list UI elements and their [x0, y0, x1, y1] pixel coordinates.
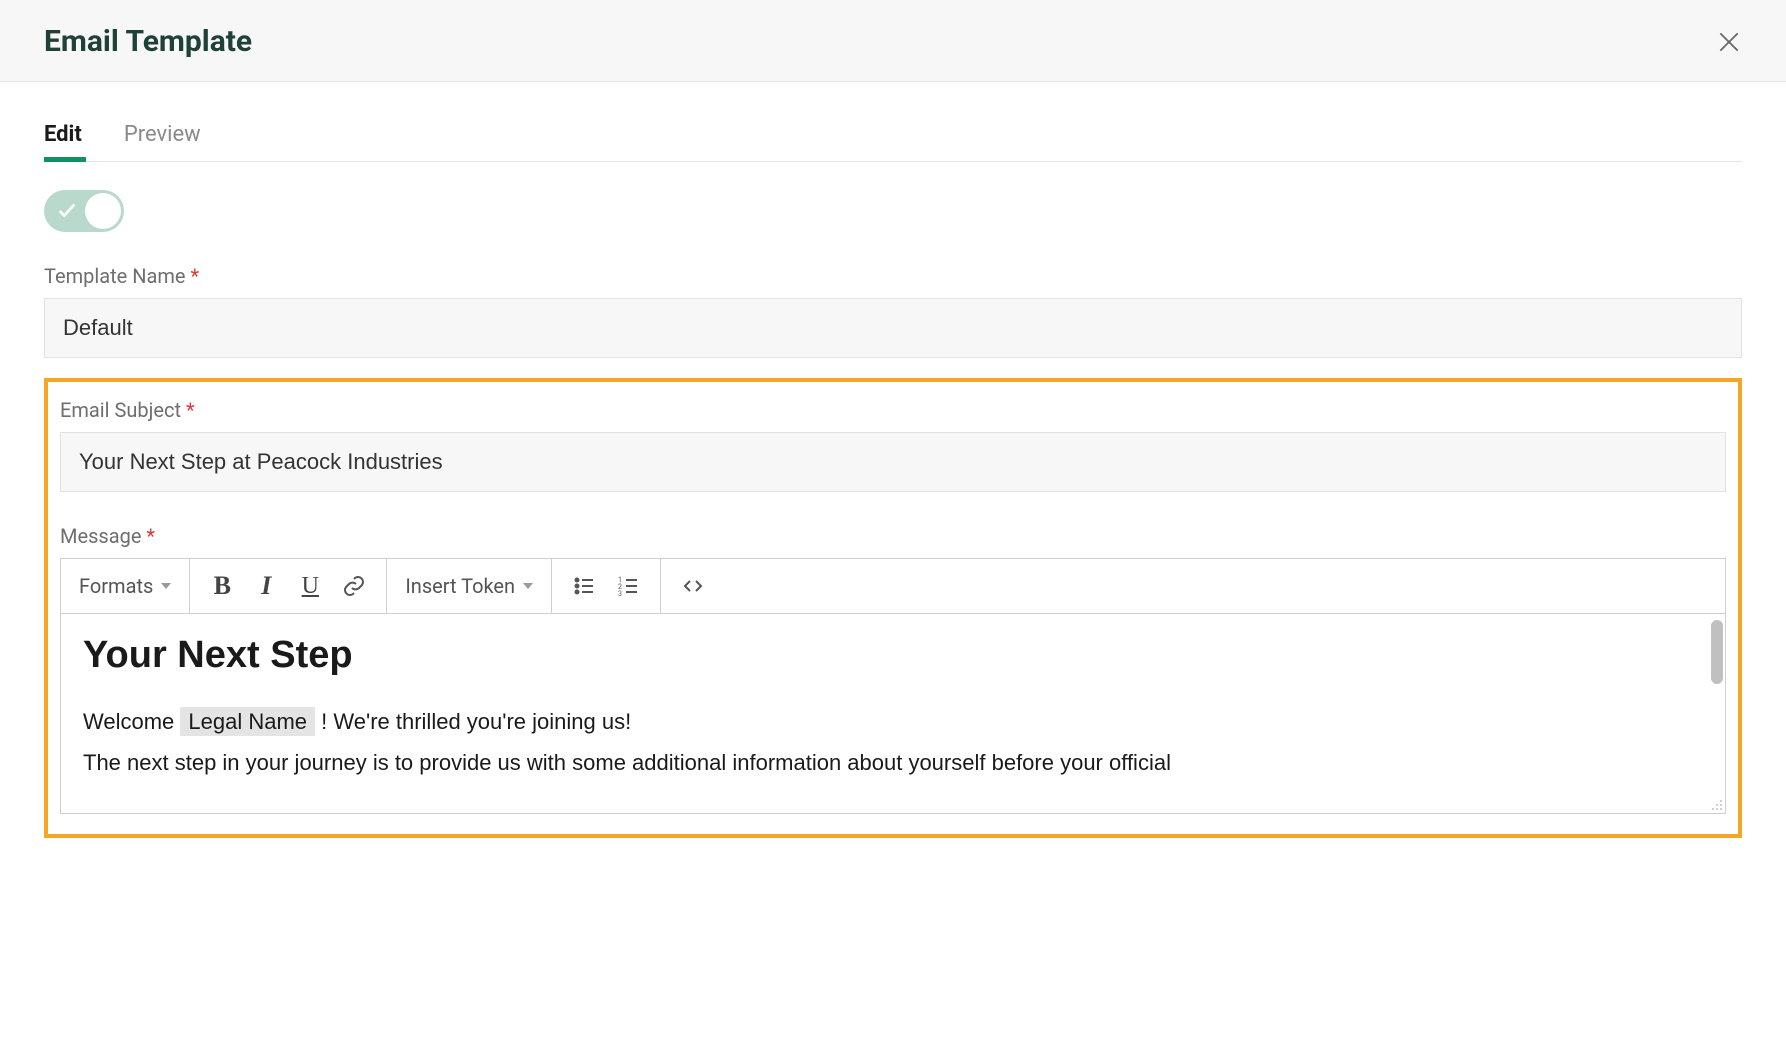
bold-icon: B [214, 571, 231, 601]
formats-dropdown[interactable]: Formats [71, 574, 179, 598]
required-asterisk: * [186, 398, 195, 422]
numbered-list-button[interactable]: 1 2 3 [606, 564, 650, 608]
insert-token-dropdown[interactable]: Insert Token [397, 574, 541, 598]
message-label: Message * [60, 524, 1726, 548]
email-subject-input[interactable] [60, 432, 1726, 492]
toolbar-group-code [661, 559, 725, 613]
editor-content[interactable]: Your Next Step Welcome Legal Name ! We'r… [61, 614, 1725, 813]
template-name-label: Template Name * [44, 264, 1742, 288]
toolbar-group-text: B I U [190, 559, 387, 613]
close-button[interactable] [1716, 29, 1742, 55]
required-asterisk: * [190, 264, 199, 288]
message-editor[interactable]: Your Next Step Welcome Legal Name ! We'r… [60, 614, 1726, 814]
toolbar-group-token: Insert Token [387, 559, 552, 613]
numbered-list-icon: 1 2 3 [616, 574, 640, 598]
underline-icon: U [302, 573, 319, 600]
active-toggle[interactable] [44, 190, 124, 232]
formats-label: Formats [79, 574, 153, 598]
editor-line-1: Welcome Legal Name ! We're thrilled you'… [83, 705, 1703, 738]
resize-handle[interactable] [1707, 795, 1723, 811]
editor-scrollbar[interactable] [1711, 620, 1723, 684]
editor-toolbar: Formats B I U Insert Token [60, 558, 1726, 614]
email-subject-label-text: Email Subject [60, 398, 181, 422]
highlighted-section: Email Subject * Message * Formats B I U [44, 378, 1742, 838]
editor-heading: Your Next Step [83, 634, 1703, 677]
bullet-list-button[interactable] [562, 564, 606, 608]
required-asterisk: * [146, 524, 155, 548]
dialog-header: Email Template [0, 0, 1786, 82]
bold-button[interactable]: B [200, 564, 244, 608]
italic-button[interactable]: I [244, 564, 288, 608]
template-name-label-text: Template Name [44, 264, 185, 288]
message-label-text: Message [60, 524, 141, 548]
editor-line1-prefix: Welcome [83, 709, 180, 734]
toolbar-group-formats: Formats [61, 559, 190, 613]
check-icon [56, 199, 78, 221]
code-view-button[interactable] [671, 564, 715, 608]
editor-line1-suffix: ! We're thrilled you're joining us! [321, 709, 631, 734]
insert-token-label: Insert Token [405, 574, 515, 598]
chevron-down-icon [161, 583, 171, 589]
tab-preview[interactable]: Preview [124, 122, 201, 161]
token-legal-name[interactable]: Legal Name [180, 707, 315, 736]
link-icon [342, 574, 366, 598]
bullet-list-icon [572, 574, 596, 598]
code-icon [681, 574, 705, 598]
svg-text:3: 3 [618, 590, 622, 598]
italic-icon: I [261, 571, 271, 601]
toolbar-group-lists: 1 2 3 [552, 559, 661, 613]
dialog-title: Email Template [44, 24, 252, 59]
tab-edit[interactable]: Edit [44, 122, 82, 161]
dialog-content: Edit Preview Template Name * Email Subje… [0, 82, 1786, 838]
editor-line-2: The next step in your journey is to prov… [83, 746, 1703, 779]
underline-button[interactable]: U [288, 564, 332, 608]
tab-bar: Edit Preview [44, 82, 1742, 162]
email-subject-label: Email Subject * [60, 398, 1726, 422]
template-name-input[interactable] [44, 298, 1742, 358]
close-icon [1716, 29, 1742, 55]
chevron-down-icon [523, 583, 533, 589]
toggle-knob [85, 193, 121, 229]
link-button[interactable] [332, 564, 376, 608]
active-toggle-wrap [44, 190, 1742, 232]
